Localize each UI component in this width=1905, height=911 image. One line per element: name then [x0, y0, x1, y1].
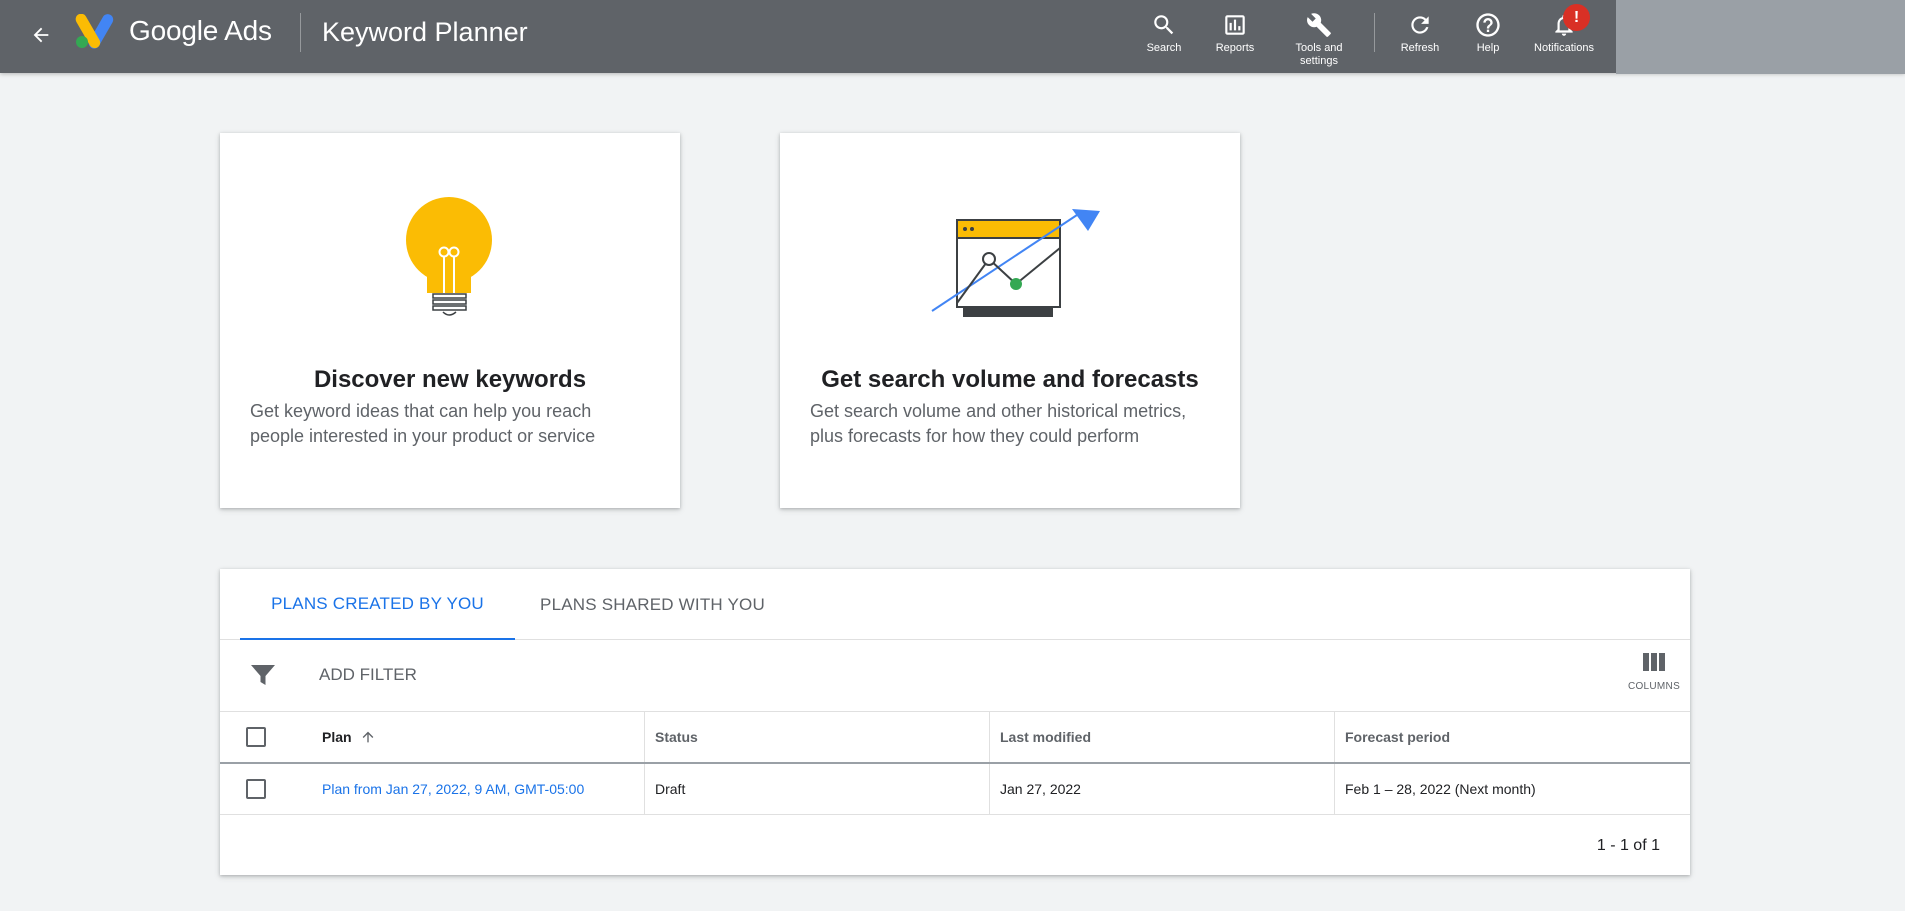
notification-badge: !: [1563, 4, 1590, 31]
plans-tabs: PLANS CREATED BY YOU PLANS SHARED WITH Y…: [220, 569, 1690, 640]
header-divider: [1374, 13, 1375, 52]
forecast-chart-icon: [780, 133, 1240, 333]
last-modified-cell: Jan 27, 2022: [989, 764, 1334, 814]
column-header-label: Status: [655, 729, 698, 745]
row-select-cell: [246, 764, 286, 814]
page-title: Keyword Planner: [322, 17, 528, 47]
row-checkbox[interactable]: [246, 779, 266, 799]
columns-label: COLUMNS: [1627, 681, 1681, 692]
column-header-label: Plan: [322, 729, 352, 745]
add-filter-button[interactable]: ADD FILTER: [319, 665, 417, 685]
search-icon: [1124, 8, 1204, 42]
card-title: Get search volume and forecasts: [821, 366, 1199, 393]
top-app-bar: Google Ads Keyword Planner Search Report…: [0, 0, 1905, 74]
tools-and-settings-button[interactable]: Tools and settings: [1279, 8, 1359, 70]
plans-panel: PLANS CREATED BY YOU PLANS SHARED WITH Y…: [220, 569, 1690, 875]
filter-icon[interactable]: [250, 663, 276, 687]
lightbulb-icon: [220, 133, 680, 333]
reports-icon: [1195, 8, 1275, 42]
notifications-button-label: Notifications: [1534, 42, 1594, 54]
columns-button[interactable]: COLUMNS: [1624, 652, 1684, 702]
column-header-last-modified[interactable]: Last modified: [989, 712, 1334, 762]
card-description: Get keyword ideas that can help you reac…: [250, 401, 596, 446]
card-title: Discover new keywords: [313, 366, 587, 393]
pagination-summary: 1 - 1 of 1: [1596, 837, 1660, 854]
back-arrow-icon[interactable]: [26, 20, 56, 50]
search-button[interactable]: Search: [1124, 8, 1204, 70]
select-all-cell: [246, 712, 286, 762]
select-all-checkbox[interactable]: [246, 727, 266, 747]
tab-plans-shared-with-you[interactable]: PLANS SHARED WITH YOU: [520, 569, 785, 640]
header-divider: [300, 13, 301, 52]
reports-button-label: Reports: [1215, 42, 1255, 54]
brand-name: Google Ads: [129, 15, 272, 46]
help-icon: [1448, 8, 1528, 42]
header-right-area: [1616, 0, 1905, 74]
column-header-status[interactable]: Status: [644, 712, 989, 762]
plan-name-link[interactable]: Plan from Jan 27, 2022, 9 AM, GMT-05:00: [322, 781, 584, 797]
help-button[interactable]: Help: [1448, 8, 1528, 70]
filter-bar: ADD FILTER COLUMNS: [220, 640, 1690, 712]
table-row: Plan from Jan 27, 2022, 9 AM, GMT-05:00 …: [220, 764, 1690, 815]
column-header-forecast-period[interactable]: Forecast period: [1334, 712, 1690, 762]
card-description: Get search volume and other historical m…: [810, 401, 1187, 446]
column-header-label: Last modified: [1000, 729, 1092, 745]
status-cell: Draft: [644, 764, 989, 814]
search-volume-forecasts-card[interactable]: Get search volume and forecasts Get sear…: [780, 133, 1240, 508]
tab-plans-created-by-you[interactable]: PLANS CREATED BY YOU: [240, 569, 515, 640]
reports-button[interactable]: Reports: [1195, 8, 1275, 70]
wrench-icon: [1279, 8, 1359, 42]
sort-ascending-icon: [362, 731, 373, 743]
table-header: Plan Status Last modified Forecast perio…: [220, 712, 1690, 764]
columns-icon: [1643, 653, 1665, 671]
plan-cell: Plan from Jan 27, 2022, 9 AM, GMT-05:00: [322, 764, 644, 814]
help-button-label: Help: [1476, 42, 1500, 54]
discover-keywords-card[interactable]: Discover new keywords Get keyword ideas …: [220, 133, 680, 508]
column-header-label: Forecast period: [1345, 729, 1451, 745]
google-ads-logo-icon: [74, 13, 116, 50]
forecast-period-cell: Feb 1 – 28, 2022 (Next month): [1334, 764, 1690, 814]
column-header-plan[interactable]: Plan: [322, 712, 662, 762]
search-button-label: Search: [1146, 42, 1182, 54]
tools-and-settings-label: Tools and settings: [1295, 42, 1343, 67]
